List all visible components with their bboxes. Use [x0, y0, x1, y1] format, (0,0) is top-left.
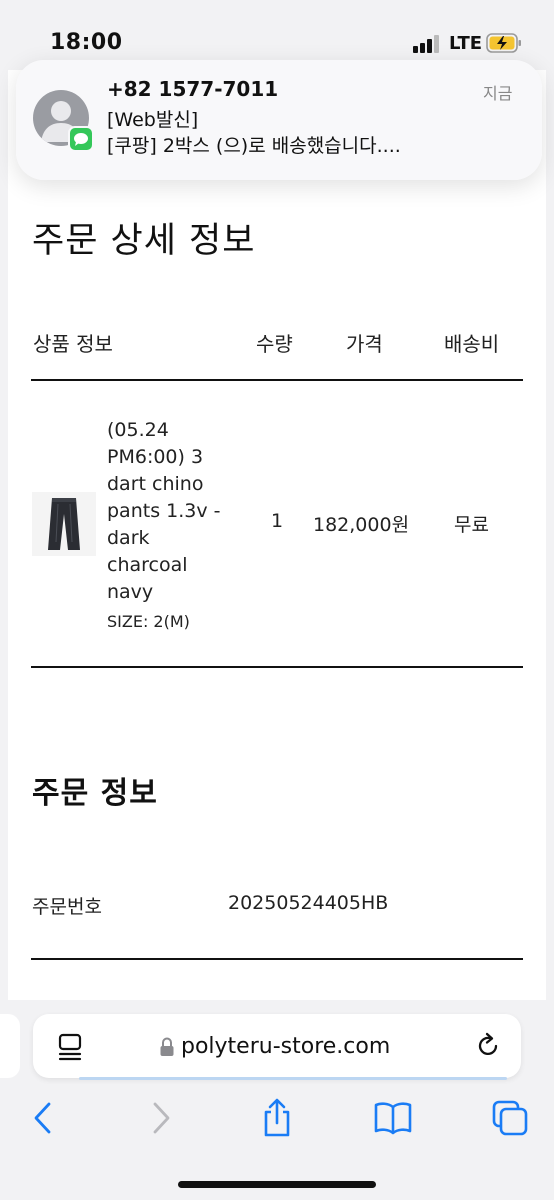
product-name-line: dark — [107, 527, 150, 549]
product-name-line: (05.24 — [107, 419, 169, 441]
load-progress-bar — [79, 1077, 507, 1080]
battery-icon — [486, 33, 521, 53]
url-text[interactable]: polyteru-store.com — [181, 1034, 390, 1059]
order-detail-page: 주문 상세 정보 상품 정보 수량 가격 배송비 (05.24 PM6:00) … — [8, 70, 546, 1005]
back-icon[interactable] — [22, 1098, 62, 1138]
item-price: 182,000원 — [313, 514, 410, 536]
signal-icon — [413, 35, 441, 53]
header-product: 상품 정보 — [33, 332, 113, 356]
notification-body: [쿠팡] 2박스 (으)로 배송했습니다.... — [107, 135, 401, 157]
header-shipping: 배송비 — [444, 332, 500, 356]
product-name-line: PM6:00) 3 — [107, 446, 204, 468]
product-name-line: pants 1.3v - — [107, 500, 221, 522]
share-icon[interactable] — [257, 1098, 297, 1138]
previous-tab-peek[interactable] — [0, 1014, 20, 1078]
table-divider — [31, 379, 523, 381]
header-qty: 수량 — [256, 332, 293, 356]
item-shipping: 무료 — [454, 514, 489, 536]
notification-time: 지금 — [483, 84, 513, 103]
table-divider — [31, 666, 523, 668]
tabs-icon[interactable] — [490, 1098, 530, 1138]
network-label: LTE — [449, 33, 483, 54]
notification-sender: +82 1577-7011 — [107, 77, 279, 101]
home-indicator[interactable] — [178, 1181, 376, 1188]
product-name-line: charcoal — [107, 554, 188, 576]
reader-icon[interactable] — [57, 1032, 85, 1062]
browser-toolbar: polyteru-store.com — [0, 1000, 554, 1200]
bookmarks-icon[interactable] — [373, 1098, 413, 1138]
lock-icon — [160, 1037, 174, 1056]
item-qty: 1 — [271, 510, 284, 532]
reload-icon[interactable] — [475, 1032, 503, 1060]
product-name-line: navy — [107, 581, 154, 603]
section-divider — [31, 958, 523, 960]
messages-icon — [68, 126, 94, 152]
notification-subtitle: [Web발신] — [107, 109, 199, 131]
product-thumbnail[interactable] — [32, 492, 96, 556]
order-info-title: 주문 정보 — [32, 776, 158, 811]
address-bar[interactable]: polyteru-store.com — [33, 1014, 521, 1080]
order-number-label: 주문번호 — [32, 896, 102, 918]
sms-notification[interactable]: +82 1577-7011 [Web발신] [쿠팡] 2박스 (으)로 배송했습… — [16, 60, 542, 180]
status-time: 18:00 — [50, 30, 123, 55]
header-price: 가격 — [346, 332, 383, 356]
order-number-value: 20250524405HB — [228, 892, 389, 914]
product-name-line: dart chino — [107, 473, 204, 495]
product-size: SIZE: 2(M) — [107, 612, 190, 631]
forward-icon[interactable] — [142, 1098, 182, 1138]
product-name[interactable]: (05.24 PM6:00) 3 dart chino pants 1.3v -… — [107, 417, 237, 606]
page-title: 주문 상세 정보 — [32, 221, 256, 261]
